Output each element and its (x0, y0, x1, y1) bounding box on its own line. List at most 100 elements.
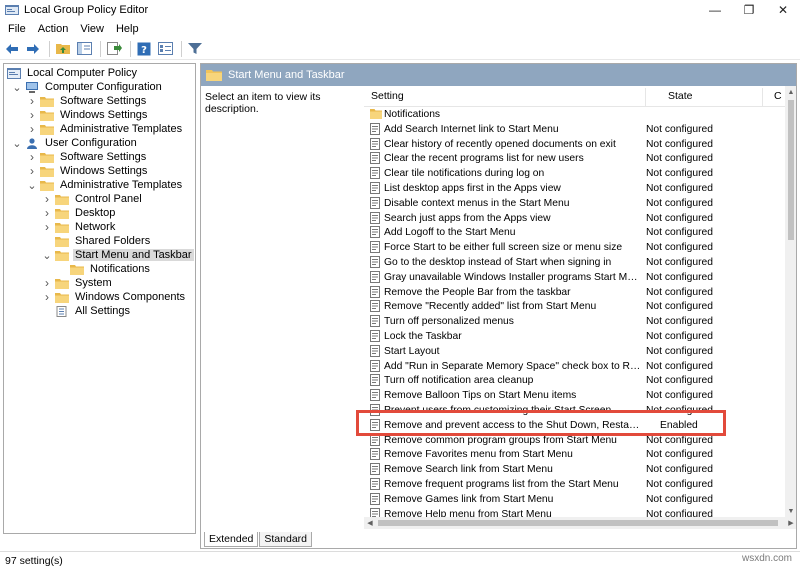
list-item-setting[interactable]: Remove the People Bar from the taskbar No… (364, 285, 786, 300)
setting-state: Not configured (646, 375, 713, 387)
tab-standard[interactable]: Standard (259, 532, 312, 547)
list-item-setting[interactable]: Prevent users from customizing their Sta… (364, 403, 786, 418)
tree-item-windows-settings[interactable]: › Windows Settings (27, 164, 149, 178)
chevron-down-icon[interactable]: ⌄ (12, 80, 22, 94)
menu-help[interactable]: Help (110, 23, 145, 35)
column-header-state[interactable]: State (668, 90, 693, 102)
list-item-setting[interactable]: Lock the Taskbar Not configured (364, 329, 786, 344)
minimize-button[interactable]: — (698, 0, 732, 20)
tree-item-user-configuration[interactable]: ⌄ User Configuration (12, 136, 139, 150)
chevron-right-icon[interactable]: › (27, 150, 37, 164)
chevron-right-icon[interactable]: › (42, 206, 52, 220)
chevron-down-icon[interactable]: ⌄ (12, 136, 22, 150)
column-divider[interactable] (762, 88, 763, 106)
list-item-setting[interactable]: Add Logoff to the Start Menu Not configur… (364, 225, 786, 240)
scroll-right-icon[interactable]: ▶ (785, 517, 796, 529)
tree-item-control-panel[interactable]: › Control Panel (42, 192, 144, 206)
show-hide-tree-icon[interactable] (75, 40, 93, 58)
list-item-setting[interactable]: Remove and prevent access to the Shut Do… (364, 418, 786, 433)
tree-item-local-computer-policy[interactable]: Local Computer Policy (7, 66, 139, 80)
list-item-setting[interactable]: Turn off personalized menus Not configure… (364, 314, 786, 329)
chevron-right-icon[interactable]: › (27, 164, 37, 178)
chevron-right-icon[interactable]: › (27, 108, 37, 122)
list-item-setting[interactable]: Clear history of recently opened documen… (364, 137, 786, 152)
forward-icon[interactable] (24, 40, 42, 58)
list-item-setting[interactable]: Search just apps from the Apps view Not c… (364, 211, 786, 226)
tree-item-start-menu-and-taskbar[interactable]: ⌄ Start Menu and Taskbar (42, 248, 194, 262)
tree-item-administrative-templates[interactable]: ⌄ Administrative Templates (27, 178, 184, 192)
tree-item-software-settings[interactable]: › Software Settings (27, 150, 148, 164)
vertical-scrollbar[interactable]: ▲ ▼ (785, 86, 796, 517)
tree-item-all-settings[interactable]: All Settings (42, 304, 132, 318)
scrollbar-thumb[interactable] (378, 520, 778, 526)
chevron-down-icon[interactable]: ⌄ (27, 178, 37, 192)
chevron-down-icon[interactable]: ⌄ (42, 248, 52, 262)
list-item-setting[interactable]: Clear tile notifications during log on No… (364, 166, 786, 181)
scroll-up-icon[interactable]: ▲ (785, 86, 796, 98)
menu-view[interactable]: View (74, 23, 110, 35)
list-item-setting[interactable]: Force Start to be either full screen siz… (364, 240, 786, 255)
list-item-setting[interactable]: Go to the desktop instead of Start when … (364, 255, 786, 270)
policy-setting-icon (370, 507, 380, 517)
folder-icon (206, 70, 222, 81)
tree-item-network[interactable]: › Network (42, 220, 117, 234)
menu-action[interactable]: Action (32, 23, 75, 35)
list-item-setting[interactable]: Remove Balloon Tips on Start Menu items N… (364, 388, 786, 403)
chevron-right-icon[interactable]: › (27, 122, 37, 136)
list-item-setting[interactable]: Remove common program groups from Start … (364, 433, 786, 448)
column-header-setting[interactable]: Setting (371, 90, 404, 102)
list-item-setting[interactable]: Add Search Internet link to Start Menu No… (364, 122, 786, 137)
setting-state: Not configured (646, 286, 713, 298)
chevron-right-icon[interactable]: › (42, 276, 52, 290)
list-item-setting[interactable]: Disable context menus in the Start Menu N… (364, 196, 786, 211)
filter-icon[interactable] (186, 40, 204, 58)
up-folder-icon[interactable] (54, 40, 72, 58)
chevron-right-icon[interactable]: › (42, 220, 52, 234)
chevron-right-icon[interactable]: › (27, 94, 37, 108)
description-text: Select an item to view its description. (205, 91, 321, 115)
list-item-setting[interactable]: Clear the recent programs list for new u… (364, 151, 786, 166)
maximize-button[interactable]: ❐ (732, 0, 766, 20)
chevron-right-icon[interactable]: › (42, 192, 52, 206)
scroll-left-icon[interactable]: ◀ (364, 517, 376, 529)
tree-item-software-settings[interactable]: › Software Settings (27, 94, 148, 108)
tree-item-windows-settings[interactable]: › Windows Settings (27, 108, 149, 122)
list-item-setting[interactable]: Remove Games link from Start Menu Not con… (364, 492, 786, 507)
help-icon[interactable]: ? (135, 40, 153, 58)
list-item-setting[interactable]: Remove frequent programs list from the S… (364, 477, 786, 492)
window-title: Local Group Policy Editor (24, 4, 149, 16)
tree-item-system[interactable]: › System (42, 276, 114, 290)
list-item-setting[interactable]: Remove "Recently added" list from Start … (364, 299, 786, 314)
export-list-icon[interactable] (105, 40, 123, 58)
chevron-right-icon[interactable]: › (42, 290, 52, 304)
scroll-down-icon[interactable]: ▼ (785, 505, 796, 517)
tree-item-computer-configuration[interactable]: ⌄ Computer Configuration (12, 80, 164, 94)
list-column-headers: Setting State C (364, 86, 794, 107)
list-item-setting[interactable]: Turn off notification area cleanup Not co… (364, 373, 786, 388)
properties-icon[interactable] (156, 40, 174, 58)
setting-name: Remove Favorites menu from Start Menu (384, 449, 573, 461)
tab-extended[interactable]: Extended (204, 532, 259, 547)
tree-item-notifications[interactable]: Notifications (57, 262, 152, 276)
list-item-setting[interactable]: Start Layout Not configured (364, 344, 786, 359)
column-divider[interactable] (645, 88, 646, 106)
horizontal-scrollbar[interactable]: ◀ ▶ (364, 517, 796, 529)
list-item-setting[interactable]: Remove Favorites menu from Start Menu Not… (364, 447, 786, 462)
list-item-setting[interactable]: Remove Search link from Start Menu Not co… (364, 462, 786, 477)
list-item-setting[interactable]: Remove Help menu from Start Menu Not conf… (364, 507, 786, 517)
scrollbar-thumb[interactable] (788, 100, 794, 240)
column-header-comment[interactable]: C (774, 90, 782, 102)
tree-item-administrative-templates[interactable]: › Administrative Templates (27, 122, 184, 136)
list-item-setting[interactable]: List desktop apps first in the Apps view… (364, 181, 786, 196)
list-item-setting[interactable]: Gray unavailable Windows Installer progr… (364, 270, 786, 285)
list-item-setting[interactable]: Add "Run in Separate Memory Space" check… (364, 359, 786, 374)
close-button[interactable]: ✕ (766, 0, 800, 20)
tree-item-windows-components[interactable]: › Windows Components (42, 290, 187, 304)
tree-item-shared-folders[interactable]: Shared Folders (42, 234, 152, 248)
tree-item-desktop[interactable]: › Desktop (42, 206, 117, 220)
list-item-folder[interactable]: Notifications (364, 107, 786, 122)
setting-name: Turn off notification area cleanup (384, 375, 534, 387)
menu-file[interactable]: File (2, 23, 32, 35)
back-icon[interactable] (3, 40, 21, 58)
